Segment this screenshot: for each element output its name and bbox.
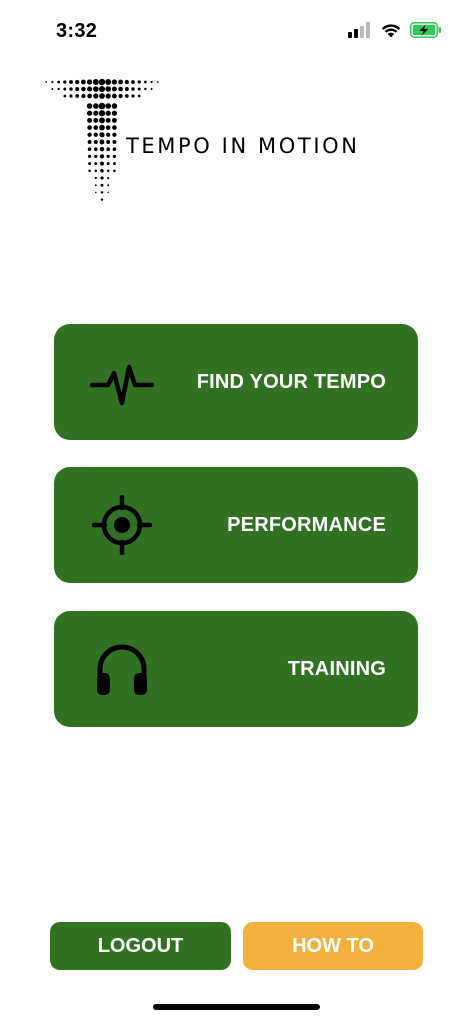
status-bar: 3:32 <box>0 0 472 60</box>
find-your-tempo-button[interactable]: FIND YOUR TEMPO <box>54 324 418 440</box>
cellular-signal-icon <box>348 21 372 43</box>
find-your-tempo-label: FIND YOUR TEMPO <box>196 370 386 393</box>
training-button[interactable]: TRAINING <box>54 611 418 727</box>
performance-label: PERFORMANCE <box>227 513 386 536</box>
performance-button[interactable]: PERFORMANCE <box>54 467 418 583</box>
heartbeat-icon <box>90 352 154 412</box>
wifi-icon <box>380 22 402 43</box>
how-to-button[interactable]: HOW TO <box>243 922 423 970</box>
status-icons <box>348 21 442 43</box>
logout-button[interactable]: LOGOUT <box>50 922 231 970</box>
headphones-icon <box>90 639 154 699</box>
home-indicator <box>153 1004 320 1010</box>
training-label: TRAINING <box>287 657 386 680</box>
battery-charging-icon <box>410 21 442 43</box>
logo-text: TEMPO IN MOTION <box>126 134 360 158</box>
crosshair-target-icon <box>90 495 154 555</box>
app-logo: TEMPO IN MOTION <box>36 76 396 216</box>
status-time: 3:32 <box>56 20 98 42</box>
